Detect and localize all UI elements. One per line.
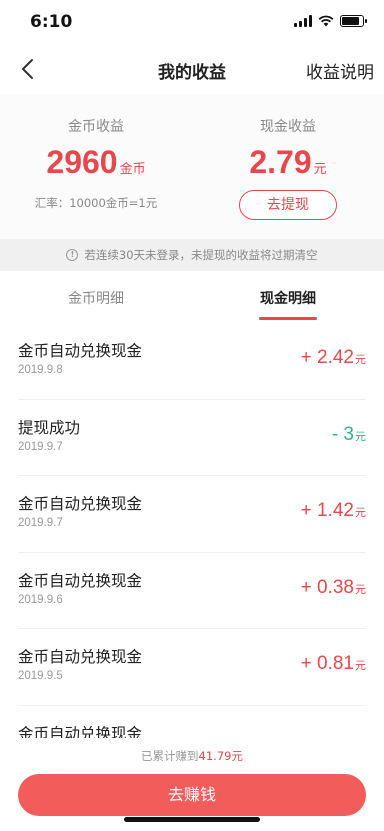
transaction-title: 金币自动兑换现金 [18,342,143,360]
amount-value: + 2.42 [300,347,354,368]
status-icons [294,15,367,27]
earnings-info-link[interactable]: 收益说明 [306,58,374,83]
amount-value: + 1.42 [300,500,354,521]
expiry-notice: ! 若连续30天未登录，未提现的收益将过期清空 [0,239,384,271]
detail-tabs: 金币明细 现金明细 [0,279,384,323]
transaction-title: 提现成功 [18,418,81,437]
cash-amount: 2.79 [249,144,312,180]
home-indicator [124,817,260,822]
coin-amount: 2960 [46,144,118,180]
amount-currency: 元 [355,660,366,672]
tab-coin-details[interactable]: 金币明细 [0,279,192,323]
transaction-amount: - 3元 [332,424,366,446]
transaction-row[interactable]: 提现成功 2019.9.7 - 3元 [18,400,366,476]
transaction-row[interactable]: 金币自动兑换现金 2019.9.7 + 1.42元 [18,476,366,553]
amount-currency: 元 [355,430,366,443]
cash-earnings: 现金收益 2.79 元 去提现 [192,94,384,220]
nav-bar: 我的收益 收益说明 [0,44,384,94]
coin-earnings-value: 2960 金币 [0,144,192,181]
transaction-date: 2019.9.6 [18,593,63,606]
go-earn-button[interactable]: 去赚钱 [18,774,366,816]
amount-value: + 0.38 [300,576,354,598]
transaction-title: 金币自动兑换现金 [18,648,143,666]
transaction-row[interactable]: 金币自动兑换现金 2019.9.5 + 0.81元 [18,629,366,706]
earnings-summary: 金币收益 2960 金币 汇率：10000金币=1元 现金收益 2.79 元 去提现 [0,94,384,239]
amount-currency: 元 [355,354,366,366]
coin-earnings: 金币收益 2960 金币 汇率：10000金币=1元 [0,94,192,211]
cash-earnings-title: 现金收益 [260,119,316,135]
wifi-icon [318,15,334,27]
withdraw-button[interactable]: 去提现 [239,190,337,220]
amount-value: + 0.81 [300,653,354,674]
transaction-row[interactable]: 金币自动兑换现金 2019.9.6 + 0.38元 [18,553,366,629]
cash-unit: 元 [313,162,327,177]
battery-icon [340,15,367,27]
transaction-title: 金币自动兑换现金 [18,495,143,513]
cash-earnings-value: 2.79 元 [192,144,384,181]
status-time: 6:10 [30,12,73,32]
chevron-left-icon [22,59,33,79]
exchange-rate: 汇率：10000金币=1元 [34,196,158,210]
amount-currency: 元 [355,583,366,596]
transaction-date: 2019.9.7 [18,440,63,453]
transaction-date: 2019.9.8 [18,364,63,376]
transaction-row[interactable]: 金币自动兑换现金 2019.9.8 + 2.42元 [18,323,366,400]
transaction-amount: + 0.81元 [301,653,366,675]
signal-icon [294,15,312,27]
transaction-amount: + 1.42元 [301,500,366,522]
notice-text: 若连续30天未登录，未提现的收益将过期清空 [84,248,318,262]
total-earned: 已累计赚到41.79元 [0,748,384,764]
transaction-list[interactable]: 金币自动兑换现金 2019.9.8 + 2.42元 提现成功 2019.9.7 … [0,323,384,743]
amount-value: - 3 [331,423,354,445]
info-icon: ! [66,249,79,261]
transaction-date: 2019.9.5 [18,670,63,682]
total-earned-prefix: 已累计赚到 [141,749,199,763]
status-bar: 6:10 [0,0,384,44]
transaction-amount: + 0.38元 [301,577,366,599]
transaction-amount: + 2.42元 [301,347,366,369]
transaction-date: 2019.9.7 [18,517,63,529]
back-button[interactable] [10,52,44,86]
transaction-title: 金币自动兑换现金 [18,571,143,590]
amount-currency: 元 [355,507,366,519]
battery-level [342,17,359,25]
total-earned-amount: 41.79元 [198,749,243,763]
active-tab-indicator [259,317,317,320]
coin-earnings-title: 金币收益 [68,119,124,135]
coin-unit: 金币 [119,162,146,177]
